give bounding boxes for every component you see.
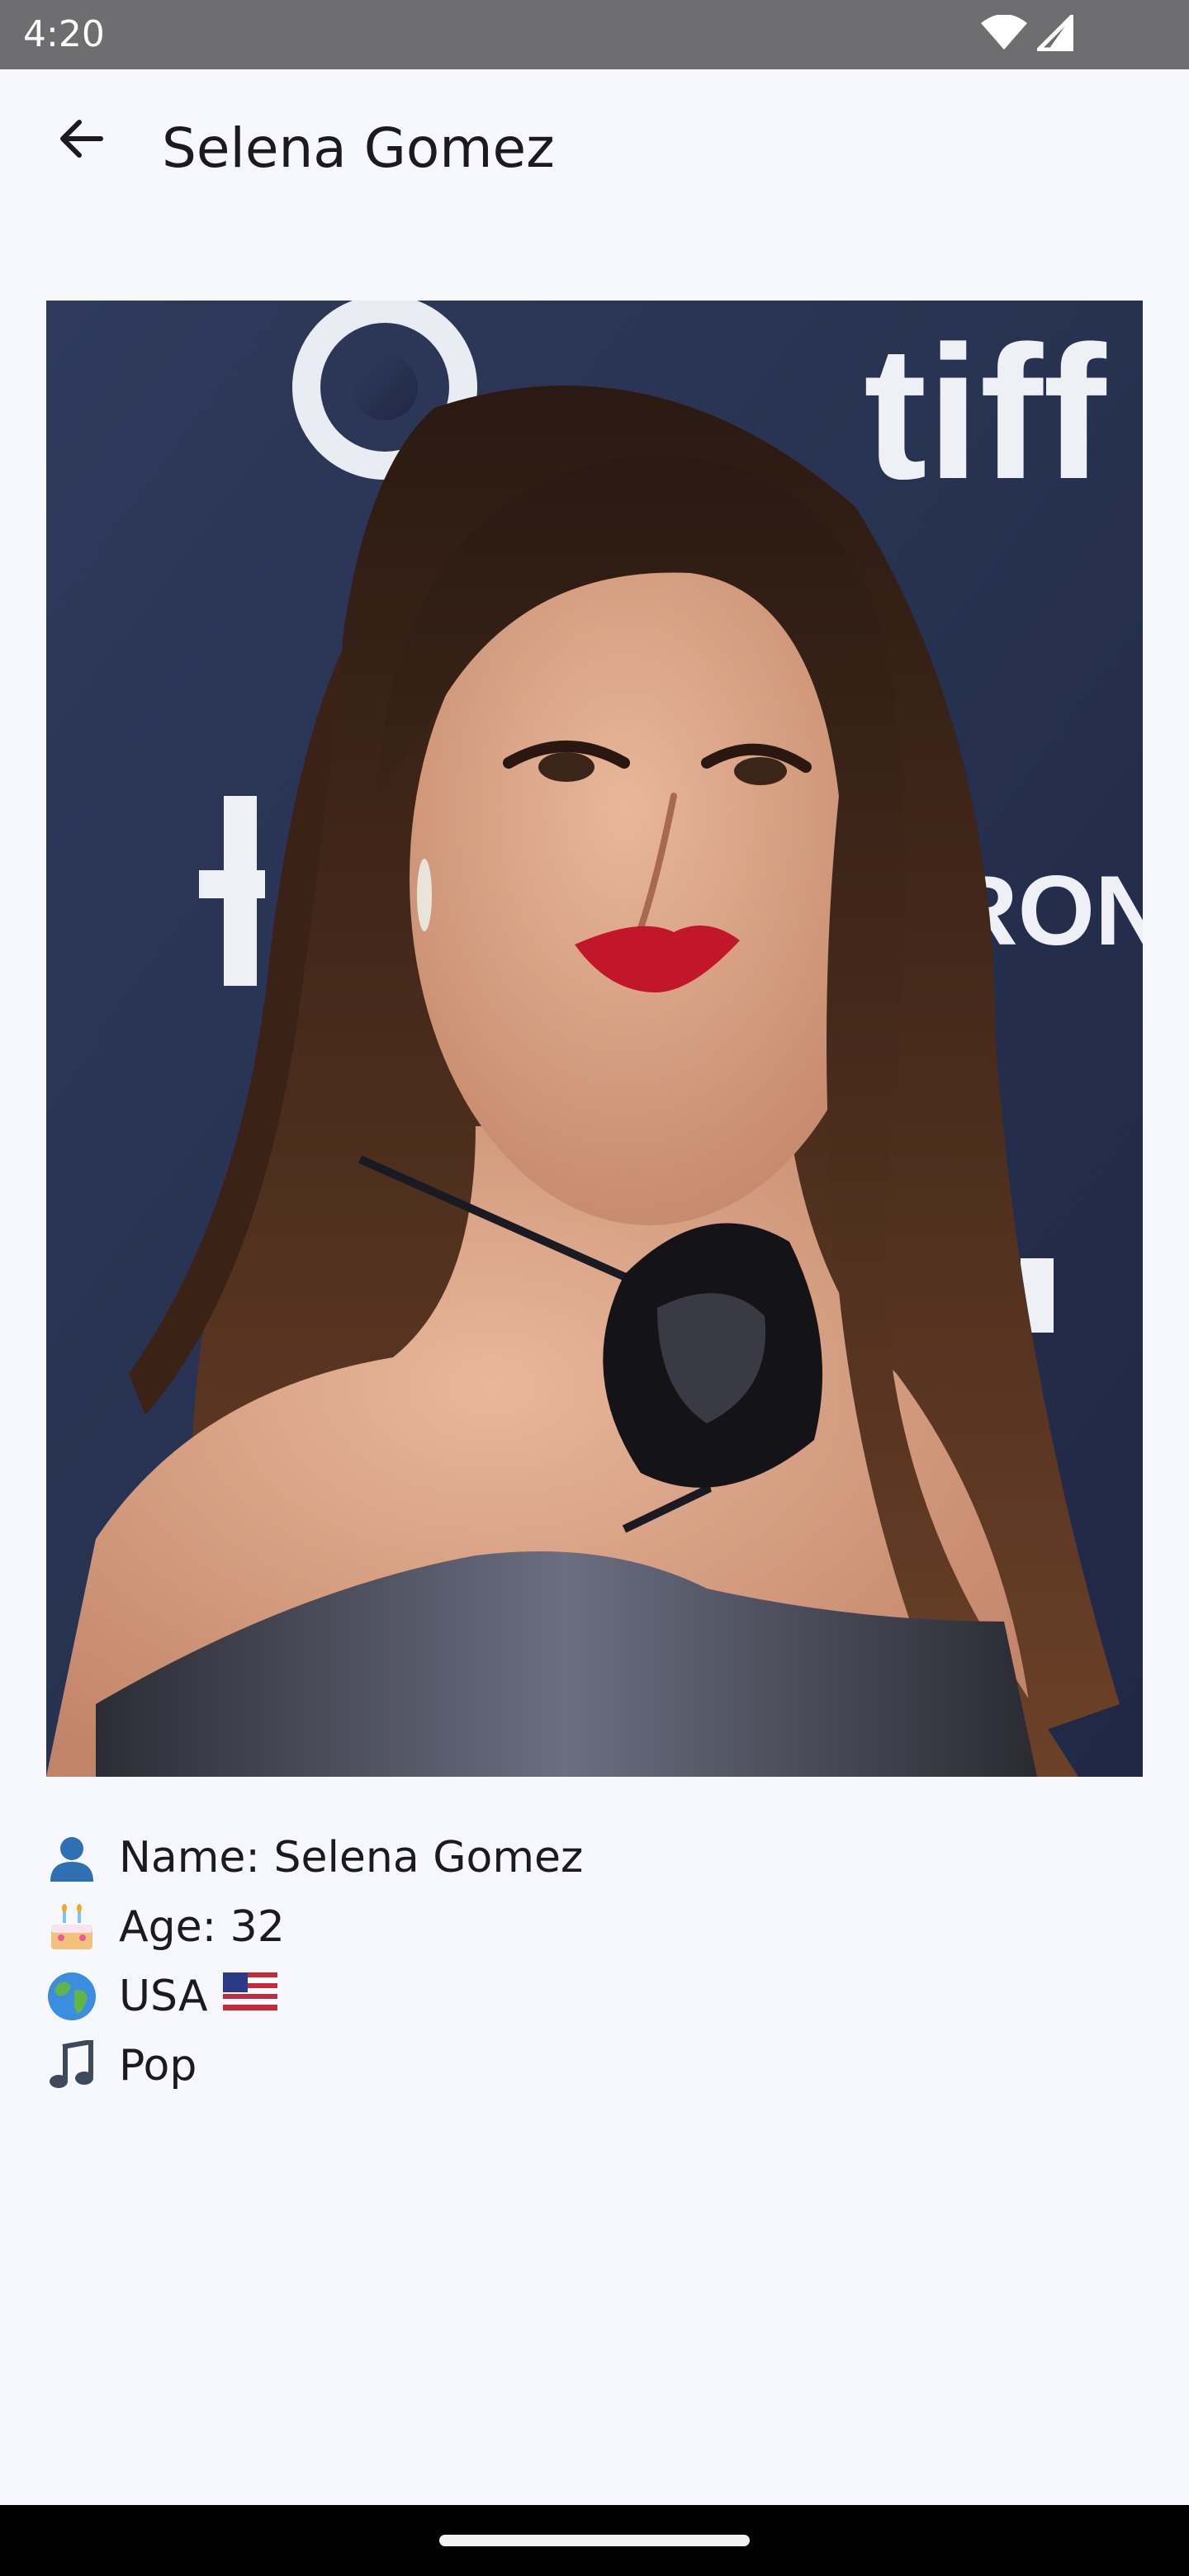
info-list: Name: Selena Gomez Age: 32 USA Pop bbox=[46, 1823, 1143, 2100]
wifi-icon bbox=[979, 14, 1029, 54]
info-row-name: Name: Selena Gomez bbox=[46, 1823, 1143, 1892]
info-genre-text: Pop bbox=[119, 2041, 197, 2091]
music-note-icon bbox=[46, 2040, 97, 2091]
arrow-back-icon bbox=[56, 114, 106, 163]
info-row-country: USA bbox=[46, 1962, 1143, 2031]
navigation-bar bbox=[0, 2505, 1189, 2576]
globe-icon bbox=[46, 1971, 97, 2022]
status-time: 4:20 bbox=[23, 13, 105, 55]
person-icon bbox=[46, 1832, 97, 1883]
cellular-signal-icon bbox=[1036, 14, 1074, 54]
home-gesture-handle[interactable] bbox=[439, 2535, 750, 2546]
backdrop-text-top: tiff bbox=[864, 306, 1107, 519]
info-name-text: Name: Selena Gomez bbox=[119, 1833, 584, 1882]
back-button[interactable] bbox=[33, 91, 129, 187]
status-icons bbox=[979, 14, 1074, 54]
us-flag-icon bbox=[222, 1962, 277, 2031]
info-row-age: Age: 32 bbox=[46, 1892, 1143, 1962]
info-age-text: Age: 32 bbox=[119, 1902, 285, 1952]
page-title: Selena Gomez bbox=[162, 116, 555, 180]
status-bar: 4:20 bbox=[0, 0, 1189, 69]
birthday-cake-icon bbox=[46, 1901, 97, 1953]
celebrity-photo: tiff RONTO bbox=[46, 301, 1143, 1777]
info-country-text: USA bbox=[119, 1972, 208, 2021]
info-row-genre: Pop bbox=[46, 2031, 1143, 2100]
